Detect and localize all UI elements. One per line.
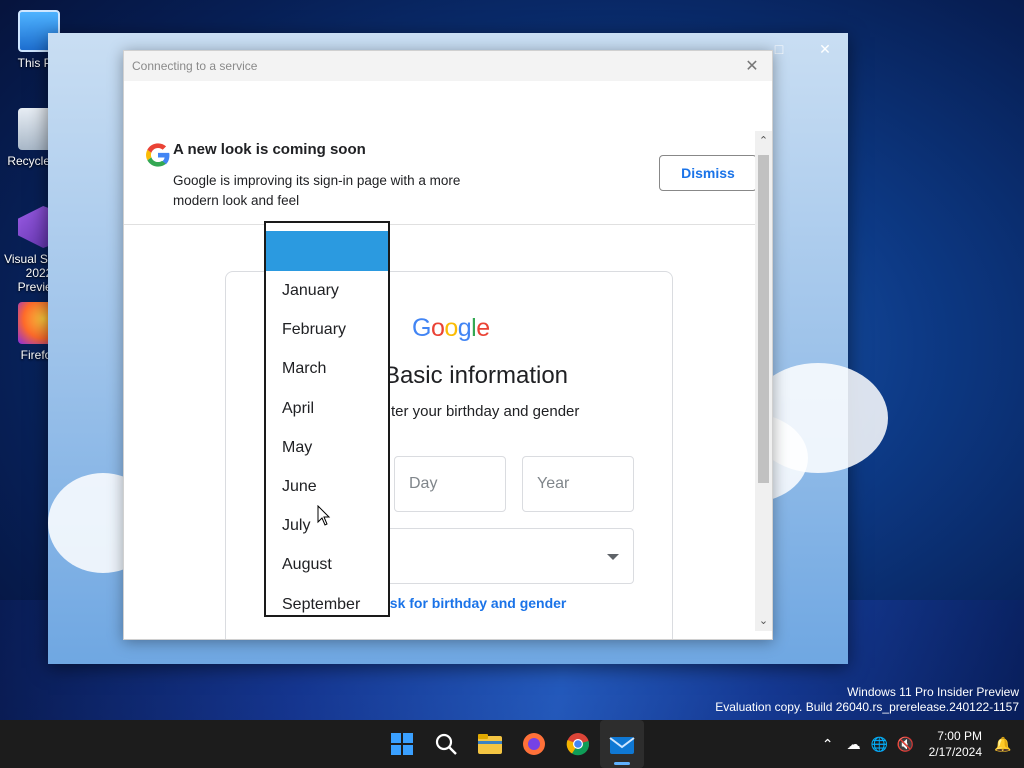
firefox-button[interactable] [512, 720, 556, 768]
dialog-title: Connecting to a service [132, 59, 258, 73]
system-tray: ⌃ ☁ 🌐 🔇 7:00 PM 2/17/2024 🔔 [815, 720, 1024, 768]
google-logo: Google [412, 314, 490, 342]
dialog-titlebar: Connecting to a service ✕ [124, 51, 772, 81]
search-icon [435, 733, 457, 755]
firefox-icon [523, 733, 545, 755]
dismiss-button[interactable]: Dismiss [659, 155, 757, 191]
chrome-button[interactable] [556, 720, 600, 768]
notification-bell-icon[interactable]: 🔔 [990, 736, 1016, 753]
taskbar-apps [380, 720, 644, 768]
day-field[interactable]: Day [394, 456, 506, 512]
clock-time: 7:00 PM [937, 729, 982, 743]
banner-title: A new look is coming soon [173, 141, 366, 158]
close-icon[interactable]: ✕ [802, 33, 848, 65]
banner-text: Google is improving its sign-in page wit… [173, 173, 461, 208]
month-dropdown-list[interactable]: January February March April May June Ju… [264, 221, 390, 617]
mouse-cursor-icon [317, 505, 331, 526]
chevron-down-icon [607, 554, 619, 560]
month-option-april[interactable]: April [266, 389, 388, 428]
speaker-muted-icon[interactable]: 🔇 [893, 736, 919, 753]
file-explorer-button[interactable] [468, 720, 512, 768]
chrome-icon [566, 733, 590, 756]
file-explorer-icon [478, 734, 502, 754]
cloud-offline-icon[interactable]: ☁ [841, 736, 867, 753]
watermark-line: Evaluation copy. Build 26040.rs_prerelea… [715, 700, 1019, 714]
search-button[interactable] [424, 720, 468, 768]
taskbar: ⌃ ☁ 🌐 🔇 7:00 PM 2/17/2024 🔔 [0, 720, 1024, 768]
scroll-down-icon[interactable]: ⌄ [755, 611, 772, 631]
month-option-september[interactable]: September [266, 585, 388, 616]
close-icon[interactable]: ✕ [740, 56, 764, 76]
clock[interactable]: 7:00 PM 2/17/2024 [929, 728, 982, 760]
connecting-dialog: Connecting to a service ✕ A new look is … [123, 50, 773, 640]
month-option-january[interactable]: January [266, 271, 388, 310]
scroll-up-icon[interactable]: ⌃ [755, 131, 772, 151]
new-look-banner: A new look is coming soon Google is impr… [124, 131, 757, 225]
year-field[interactable]: Year [522, 456, 634, 512]
start-icon [391, 733, 413, 755]
chevron-up-icon[interactable]: ⌃ [815, 736, 841, 753]
evaluation-watermark: Windows 11 Pro Insider Preview Evaluatio… [715, 685, 1019, 715]
mail-icon [609, 737, 635, 754]
month-option-march[interactable]: March [266, 349, 388, 388]
clock-date: 2/17/2024 [928, 745, 982, 759]
month-option-may[interactable]: May [266, 428, 388, 467]
month-option-june[interactable]: June [266, 467, 388, 506]
mail-button[interactable] [600, 720, 644, 768]
start-button[interactable] [380, 720, 424, 768]
dialog-scrollbar[interactable]: ⌃ ⌄ [755, 131, 772, 631]
watermark-line: Windows 11 Pro Insider Preview [847, 685, 1019, 699]
google-g-icon [146, 143, 170, 167]
month-option-february[interactable]: February [266, 310, 388, 349]
month-option[interactable] [266, 231, 388, 271]
scroll-thumb[interactable] [758, 155, 769, 483]
month-option-august[interactable]: August [266, 545, 388, 584]
globe-icon[interactable]: 🌐 [867, 736, 893, 753]
